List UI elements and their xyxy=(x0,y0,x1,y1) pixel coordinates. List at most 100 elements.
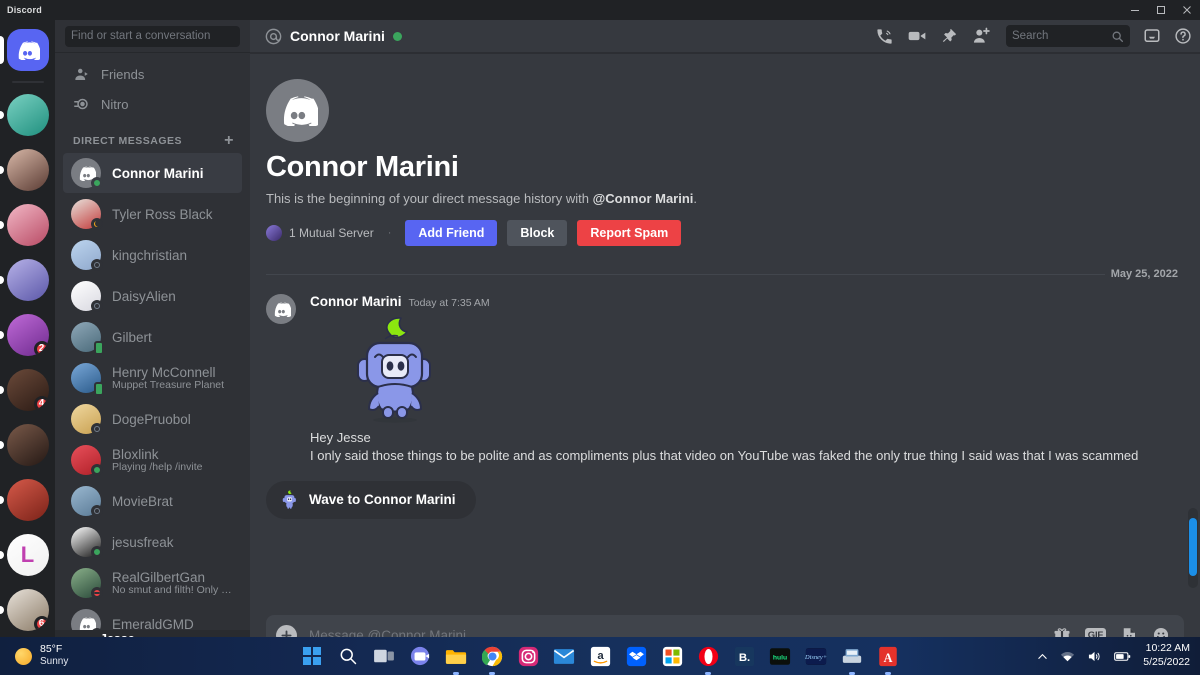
guild-pill-indicator xyxy=(0,166,4,174)
dm-list-item[interactable]: Henry McConnell Muppet Treasure Planet xyxy=(63,358,242,398)
dm-status-dot xyxy=(91,300,103,312)
opera-button[interactable] xyxy=(696,644,720,675)
dm-intro-desc-mention: @Connor Marini xyxy=(592,191,694,206)
dm-status-dot xyxy=(91,259,103,271)
guild-home-button[interactable] xyxy=(0,26,55,74)
start-button[interactable] xyxy=(300,644,324,668)
amazon-button[interactable]: a xyxy=(588,644,612,668)
hulu-button[interactable]: hulu xyxy=(768,644,792,668)
wifi-icon[interactable] xyxy=(1060,650,1075,663)
message-timestamp: Today at 7:35 AM xyxy=(408,297,490,309)
dm-list-item[interactable]: DaisyAlien xyxy=(63,276,242,316)
mutual-servers[interactable]: 1 Mutual Server xyxy=(266,225,374,241)
guild-button[interactable]: L xyxy=(0,531,55,579)
create-dm-button[interactable]: + xyxy=(224,133,242,149)
instagram-button[interactable] xyxy=(516,644,540,668)
adobe-acrobat-button[interactable]: A xyxy=(876,644,900,675)
dm-list[interactable]: Connor Marini Tyler Ross Black kingchristi… xyxy=(55,153,250,630)
volume-icon[interactable] xyxy=(1087,650,1102,663)
message-author-name[interactable]: Connor Marini xyxy=(310,294,402,309)
battery-icon[interactable] xyxy=(1114,651,1131,662)
dm-list-item[interactable]: kingchristian xyxy=(63,235,242,275)
add-friend-button[interactable]: Add Friend xyxy=(405,220,498,246)
dm-list-item[interactable]: Gilbert xyxy=(63,317,242,357)
report-spam-button[interactable]: Report Spam xyxy=(577,220,682,246)
add-friends-to-dm-icon[interactable] xyxy=(971,26,991,46)
dm-list-item[interactable]: MovieBrat xyxy=(63,481,242,521)
sidebar-item-label-friends: Friends xyxy=(101,66,145,82)
scanner-button[interactable] xyxy=(840,644,864,675)
svg-text:Disney+: Disney+ xyxy=(805,654,827,661)
guild-button[interactable]: 6 xyxy=(0,586,55,634)
chat-panel: Connor Marini Search Connor Marini This … xyxy=(250,20,1200,675)
dm-name: MovieBrat xyxy=(112,493,173,509)
guild-button[interactable] xyxy=(0,91,55,139)
guild-button[interactable]: 2 xyxy=(0,311,55,359)
close-button[interactable] xyxy=(1174,0,1200,20)
date-divider: May 25, 2022 xyxy=(266,268,1184,280)
dm-list-item[interactable]: Connor Marini xyxy=(63,153,242,193)
guild-pill-indicator xyxy=(0,496,4,504)
conversation-search-wrap: Find or start a conversation xyxy=(55,20,250,53)
server-rail[interactable]: 24L61NEW xyxy=(0,20,55,675)
start-voice-call-icon[interactable] xyxy=(875,27,894,46)
help-icon[interactable] xyxy=(1174,27,1192,45)
show-hidden-icons-button[interactable] xyxy=(1037,651,1048,662)
disney-plus-button[interactable]: Disney+ xyxy=(804,644,828,668)
wave-button-label: Wave to Connor Marini xyxy=(309,492,456,508)
chat-search-input[interactable]: Search xyxy=(1006,25,1130,47)
minimize-button[interactable] xyxy=(1122,0,1148,20)
guild-pill-indicator xyxy=(0,111,4,119)
dm-text: jesusfreak xyxy=(112,535,234,550)
pinned-messages-icon[interactable] xyxy=(940,27,958,45)
teams-button[interactable] xyxy=(408,644,432,668)
message-scrollbar-thumb[interactable] xyxy=(1189,518,1197,576)
file-explorer-button[interactable] xyxy=(444,644,468,675)
date-divider-label: May 25, 2022 xyxy=(1110,268,1178,280)
weather-widget[interactable]: 85°F Sunny xyxy=(0,643,68,669)
taskbar-app-list[interactable]: a B. hulu Disney+ A xyxy=(300,644,900,675)
svg-text:B.: B. xyxy=(738,651,749,663)
conversation-search-input[interactable]: Find or start a conversation xyxy=(65,25,240,47)
guild-button[interactable] xyxy=(0,421,55,469)
mail-button[interactable] xyxy=(552,644,576,668)
guild-button[interactable]: 4 xyxy=(0,366,55,414)
chrome-button[interactable] xyxy=(480,644,504,675)
dm-text: Henry McConnell Muppet Treasure Planet xyxy=(112,365,234,391)
guild-button[interactable] xyxy=(0,256,55,304)
maximize-button[interactable] xyxy=(1148,0,1174,20)
guild-pill-indicator xyxy=(0,551,4,559)
b-app-button[interactable]: B. xyxy=(732,644,756,668)
dm-text: EmeraldGMD xyxy=(112,617,234,631)
guild-pill-indicator xyxy=(0,441,4,449)
weather-condition: Sunny xyxy=(40,656,69,668)
search-button[interactable] xyxy=(336,644,360,668)
guild-pill-indicator xyxy=(0,606,4,614)
guild-button[interactable] xyxy=(0,146,55,194)
dm-avatar-image xyxy=(71,609,101,630)
dm-name: DaisyAlien xyxy=(112,288,176,304)
dropbox-button[interactable] xyxy=(624,644,648,668)
block-button[interactable]: Block xyxy=(507,220,568,246)
clock-time: 10:22 AM xyxy=(1145,642,1190,655)
dm-list-item[interactable]: EmeraldGMD xyxy=(63,604,242,630)
dm-list-item[interactable]: jesusfreak xyxy=(63,522,242,562)
start-video-call-icon[interactable] xyxy=(907,26,927,46)
wumpus-leaf-sticker[interactable] xyxy=(345,315,445,425)
dm-avatar xyxy=(71,527,103,558)
message-author-avatar[interactable] xyxy=(266,294,296,324)
guild-button[interactable] xyxy=(0,476,55,524)
inbox-icon[interactable] xyxy=(1143,27,1161,45)
guild-button[interactable] xyxy=(0,201,55,249)
dm-list-item[interactable]: DogePruobol xyxy=(63,399,242,439)
dm-list-item[interactable]: Tyler Ross Black xyxy=(63,194,242,234)
dm-list-item[interactable]: RealGilbertGanNo smut and filth! Only DE… xyxy=(63,563,242,603)
task-view-button[interactable] xyxy=(372,644,396,668)
wave-button[interactable]: Wave to Connor Marini xyxy=(266,480,476,519)
dm-list-item[interactable]: Bloxlink Playing /help /invite xyxy=(63,440,242,480)
message-scrollbar-track[interactable] xyxy=(1188,508,1198,588)
clock[interactable]: 10:22 AM 5/25/2022 xyxy=(1143,642,1190,669)
sidebar-item-nitro[interactable]: Nitro xyxy=(63,89,242,119)
sidebar-item-friends[interactable]: Friends xyxy=(63,59,242,89)
microsoft-store-button[interactable] xyxy=(660,644,684,668)
